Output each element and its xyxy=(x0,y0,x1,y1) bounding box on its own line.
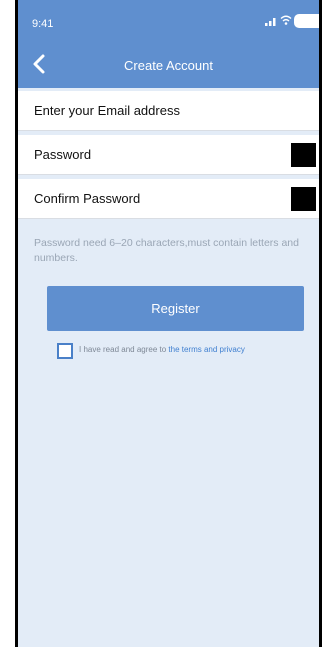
terms-link[interactable]: the terms and privacy xyxy=(168,345,244,354)
register-button[interactable]: Register xyxy=(47,286,304,331)
email-field[interactable]: Enter your Email address xyxy=(18,91,319,131)
confirm-password-field[interactable]: Confirm Password xyxy=(18,179,319,219)
header-bar: 9:41 Create Account xyxy=(18,0,319,88)
status-time: 9:41 xyxy=(32,18,54,30)
confirm-password-placeholder: Confirm Password xyxy=(34,191,141,206)
wifi-icon xyxy=(280,15,292,25)
signal-icon xyxy=(265,18,276,26)
registration-form: Enter your Email address Password Confir… xyxy=(18,91,319,219)
password-hint: Password need 6–20 characters,must conta… xyxy=(34,237,299,264)
confirm-password-visibility-toggle[interactable] xyxy=(291,187,316,211)
agreement-text: I have read and agree to the terms and p… xyxy=(79,345,245,354)
page-title: Create Account xyxy=(124,58,213,73)
agreement-row: I have read and agree to the terms and p… xyxy=(57,343,317,359)
agreement-prefix: I have read and agree to xyxy=(79,345,169,354)
email-placeholder: Enter your Email address xyxy=(34,103,180,118)
battery-icon xyxy=(294,14,319,28)
agree-checkbox[interactable] xyxy=(57,343,73,359)
password-placeholder: Password xyxy=(34,147,92,162)
app-screen: 9:41 Create Account Enter your Email add… xyxy=(18,0,319,647)
password-field[interactable]: Password xyxy=(18,135,319,175)
password-visibility-toggle[interactable] xyxy=(291,143,316,167)
